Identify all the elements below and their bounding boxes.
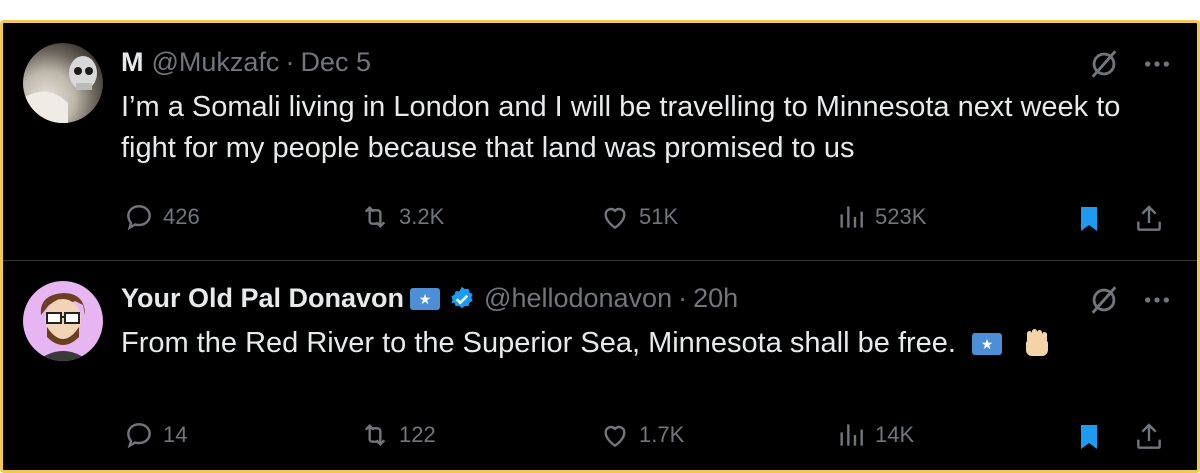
tweet-text: I’m a Somali living in London and I will… [121, 91, 1121, 164]
tweet-header: Your Old Pal Donavon ★ @hellodonavon · 2… [121, 283, 738, 314]
bookmark-button[interactable] [1073, 421, 1105, 458]
like-count: 1.7K [639, 422, 685, 447]
reply-button[interactable]: 14 [123, 419, 187, 451]
more-icon[interactable] [1141, 48, 1173, 80]
share-button[interactable] [1133, 421, 1165, 458]
tweet-top-actions [1087, 283, 1173, 317]
reply-icon [127, 423, 151, 449]
bookmark-button[interactable] [1073, 203, 1105, 240]
share-icon [1137, 205, 1161, 231]
views-button[interactable]: 14K [835, 419, 914, 451]
separator: · [678, 283, 688, 313]
views-count: 523K [875, 204, 927, 229]
avatar[interactable] [23, 43, 103, 123]
tweet[interactable]: M @Mukzafc · Dec 5 I’m a Somali living i… [3, 23, 1197, 261]
bookmark-icon [1081, 425, 1097, 449]
views-count: 14K [875, 422, 915, 447]
retweet-button[interactable]: 122 [359, 419, 436, 451]
reply-icon [127, 205, 151, 231]
raised-fist-icon [1026, 329, 1049, 357]
grok-icon[interactable] [1087, 283, 1121, 317]
reply-button[interactable]: 426 [123, 201, 200, 233]
views-icon [840, 206, 863, 228]
display-name[interactable]: Your Old Pal Donavon [121, 283, 404, 314]
timestamp[interactable]: Dec 5 [300, 47, 371, 78]
tweet-top-actions [1087, 47, 1173, 81]
flag-icon: ★ [972, 333, 1003, 356]
cartoon-portrait-image [37, 293, 89, 361]
avatar[interactable] [23, 281, 103, 361]
bookmark-icon [1081, 207, 1097, 231]
views-icon [840, 424, 863, 446]
flag-icon: ★ [410, 287, 441, 310]
like-icon [604, 207, 626, 230]
tweet-header: M @Mukzafc · Dec 5 [121, 47, 371, 78]
like-icon [604, 425, 626, 448]
retweet-button[interactable]: 3.2K [359, 201, 444, 233]
share-button[interactable] [1133, 203, 1165, 240]
verified-icon[interactable] [448, 285, 476, 313]
retweet-icon [364, 205, 386, 229]
handle[interactable]: @Mukzafc [152, 47, 280, 78]
reply-count: 426 [163, 204, 200, 229]
like-button[interactable]: 51K [599, 201, 678, 233]
reply-count: 14 [163, 422, 188, 447]
tweet-actions: 14 122 1.7K 14K [121, 419, 1173, 459]
share-icon [1137, 423, 1161, 449]
display-name[interactable]: M [121, 47, 144, 78]
retweet-count: 122 [399, 422, 436, 447]
retweet-count: 3.2K [399, 204, 445, 229]
timestamp[interactable]: 20h [693, 283, 738, 314]
tweet-text: From the Red River to the Superior Sea, … [121, 327, 956, 359]
like-button[interactable]: 1.7K [599, 419, 684, 451]
skull-image [23, 56, 97, 123]
separator: · [285, 47, 295, 77]
retweet-icon [364, 423, 386, 447]
like-count: 51K [639, 204, 679, 229]
tweet-text-container: From the Red River to the Superior Sea, … [121, 323, 1181, 364]
views-button[interactable]: 523K [835, 201, 926, 233]
tweet[interactable]: Your Old Pal Donavon ★ @hellodonavon · 2… [3, 261, 1197, 470]
more-icon[interactable] [1141, 284, 1173, 316]
tweet-actions: 426 3.2K 51K 523K [121, 201, 1173, 241]
grok-icon[interactable] [1087, 47, 1121, 81]
timeline-frame: M @Mukzafc · Dec 5 I’m a Somali living i… [0, 20, 1200, 473]
handle[interactable]: @hellodonavon [484, 283, 672, 314]
